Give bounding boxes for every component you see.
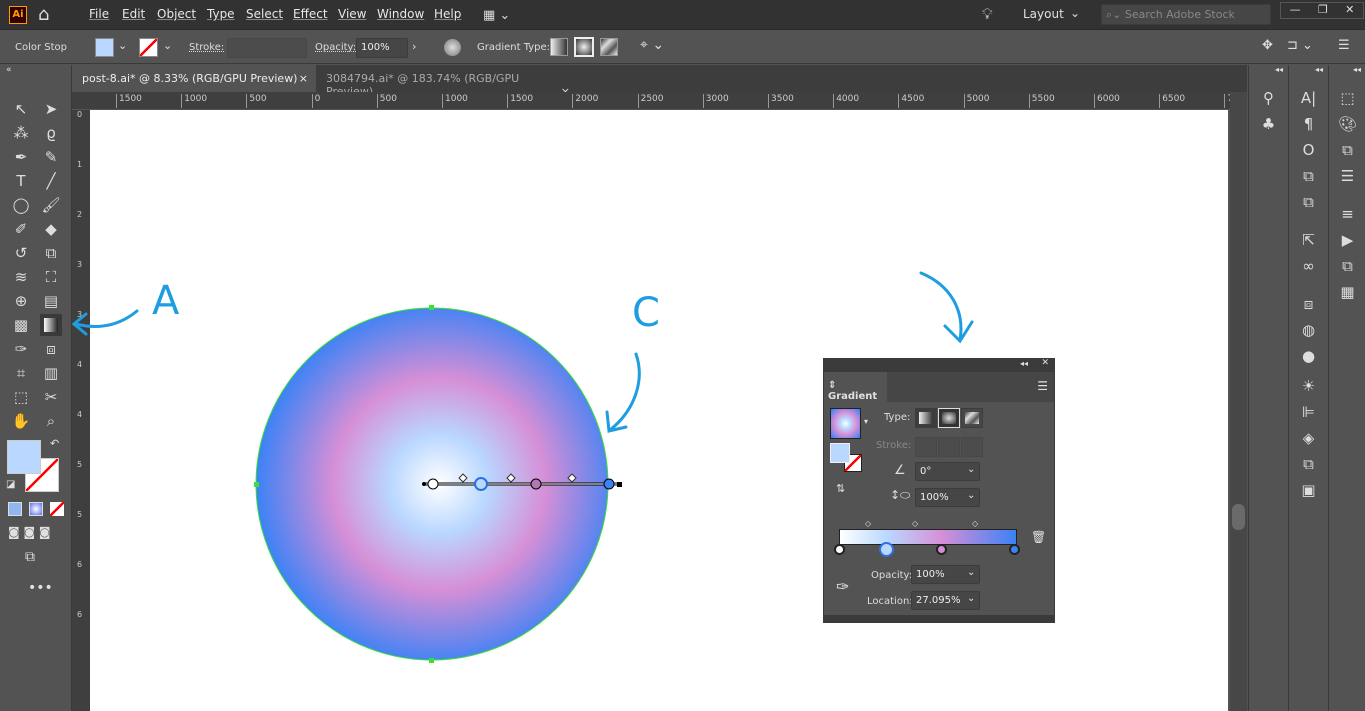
anchor-point[interactable] bbox=[429, 658, 434, 663]
opacity-label: Opacity: bbox=[871, 570, 913, 581]
panel-column-2: ◂◂ A| ¶ O ⧉ ⧉ ⇱ ∞ ⧈ ◍ ● ☀ ⊫ ◈ ⧉ ▣ bbox=[1288, 65, 1327, 711]
color-guide-icon[interactable]: 🎨︎ bbox=[1329, 111, 1365, 137]
swatches-icon[interactable]: ▦ bbox=[1329, 279, 1365, 305]
appearance-icon[interactable]: ◍ bbox=[1289, 317, 1328, 343]
asset-export-icon[interactable]: ▣ bbox=[1289, 477, 1328, 503]
libraries-icon[interactable]: ⧉ bbox=[1329, 137, 1365, 163]
annotator-stop bbox=[427, 478, 439, 490]
panel-tab-row: ⇕ Gradient ☰ bbox=[824, 372, 1054, 402]
chevron-down-icon[interactable]: ⌄ bbox=[967, 490, 975, 501]
gradient-panel-icon[interactable]: ☀ bbox=[1289, 373, 1328, 399]
linear-type-button[interactable] bbox=[915, 408, 937, 428]
eyedropper-icon[interactable]: ✑ bbox=[836, 577, 849, 596]
paragraph-styles-icon[interactable]: ⧉ bbox=[1289, 189, 1328, 215]
character-icon[interactable]: A| bbox=[1289, 85, 1328, 111]
align-icon[interactable]: ⊫ bbox=[1289, 399, 1328, 425]
actions-icon[interactable]: ▶ bbox=[1329, 227, 1365, 253]
stroke-along-button bbox=[938, 437, 960, 457]
color-panel-icon[interactable]: ≡ bbox=[1329, 201, 1365, 227]
midpoint-diamond[interactable]: ◇ bbox=[912, 519, 918, 528]
stroke-across-button bbox=[961, 437, 983, 457]
midpoint-diamond[interactable]: ◇ bbox=[865, 519, 871, 528]
transparency-icon[interactable]: ● bbox=[1289, 343, 1328, 369]
artboard-options-icon[interactable]: ⬚ bbox=[1329, 85, 1365, 111]
collapse-icon[interactable]: ◂◂ bbox=[1020, 359, 1028, 368]
midpoint-diamond[interactable]: ◇ bbox=[972, 519, 978, 528]
aspect-ratio-icon: ↕⬭ bbox=[890, 488, 911, 502]
angle-icon: ∠ bbox=[894, 463, 906, 478]
brushes-icon[interactable]: ⚲ bbox=[1249, 85, 1288, 111]
fill-swatch[interactable] bbox=[830, 443, 850, 463]
stroke-within-button bbox=[915, 437, 937, 457]
paragraph-icon[interactable]: ¶ bbox=[1289, 111, 1328, 137]
delete-stop-icon[interactable]: 🗑︎ bbox=[1031, 530, 1046, 544]
annotation-c: C bbox=[632, 290, 660, 336]
gradient-slider[interactable] bbox=[839, 529, 1017, 545]
anchor-point[interactable] bbox=[429, 305, 434, 310]
links-icon[interactable]: ∞ bbox=[1289, 253, 1328, 279]
collapse-icon[interactable]: ◂◂ bbox=[1329, 65, 1365, 77]
symbols-icon[interactable]: ♣ bbox=[1249, 111, 1288, 137]
panel-header[interactable]: ◂◂ ✕ bbox=[824, 358, 1054, 372]
collapse-icon[interactable]: ◂◂ bbox=[1289, 65, 1327, 77]
export-icon[interactable]: ⇱ bbox=[1289, 227, 1328, 253]
type-label: Type: bbox=[884, 412, 911, 423]
anchor-point[interactable] bbox=[254, 482, 259, 487]
annotation-a: A bbox=[152, 278, 180, 324]
location-label: Location: bbox=[867, 596, 913, 607]
properties-icon[interactable]: ☰ bbox=[1329, 163, 1365, 189]
radial-type-button[interactable] bbox=[938, 408, 960, 428]
opentype-icon[interactable]: O bbox=[1289, 137, 1328, 163]
gradient-presets-dropdown-icon[interactable]: ▾ bbox=[864, 417, 868, 426]
transform-icon[interactable]: ⧈ bbox=[1289, 291, 1328, 317]
reverse-gradient-icon[interactable]: ⇅ bbox=[836, 482, 845, 495]
artwork-layer bbox=[71, 271, 974, 663]
chevron-down-icon[interactable]: ⌄ bbox=[967, 567, 975, 578]
panel-menu-icon[interactable]: ☰ bbox=[1037, 379, 1048, 393]
arrow-panel bbox=[919, 271, 963, 342]
pathfinder-icon[interactable]: ⧉ bbox=[1329, 253, 1365, 279]
character-styles-icon[interactable]: ⧉ bbox=[1289, 163, 1328, 189]
panel-title: Gradient bbox=[828, 391, 878, 402]
close-panel-icon[interactable]: ✕ bbox=[1041, 358, 1049, 368]
arrow-c bbox=[608, 352, 641, 432]
layers-icon[interactable]: ◈ bbox=[1289, 425, 1328, 451]
color-stop-3[interactable] bbox=[1009, 544, 1020, 555]
freeform-type-button[interactable] bbox=[961, 408, 983, 428]
color-stop-1-selected[interactable] bbox=[879, 542, 894, 557]
annotator-stop-selected bbox=[474, 477, 488, 491]
color-stop-2[interactable] bbox=[936, 544, 947, 555]
stroke-label: Stroke: bbox=[876, 440, 912, 451]
annotator-end-handle bbox=[617, 482, 622, 487]
gradient-preview-swatch[interactable] bbox=[830, 408, 861, 439]
chevron-down-icon[interactable]: ⌄ bbox=[967, 464, 975, 475]
gradient-panel: ◂◂ ✕ ⇕ Gradient ☰ ▾ ⇅ Type: Stroke: ∠ 0°… bbox=[823, 358, 1055, 623]
annotator-stop bbox=[603, 478, 615, 490]
panel-column-1: ◂◂ ⚲ ♣ bbox=[1248, 65, 1287, 711]
panel-resize-handle[interactable] bbox=[824, 615, 1054, 622]
color-stop-0[interactable] bbox=[834, 544, 845, 555]
collapse-icon[interactable]: ◂◂ bbox=[1249, 65, 1287, 77]
artboards-icon[interactable]: ⧉ bbox=[1289, 451, 1328, 477]
annotator-stop bbox=[530, 478, 542, 490]
chevron-down-icon[interactable]: ⌄ bbox=[967, 593, 975, 604]
panel-column-3: ◂◂ ⬚ 🎨︎ ⧉ ☰ ≡ ▶ ⧉ ▦ bbox=[1328, 65, 1365, 711]
gradient-tab[interactable]: ⇕ Gradient bbox=[824, 372, 887, 402]
